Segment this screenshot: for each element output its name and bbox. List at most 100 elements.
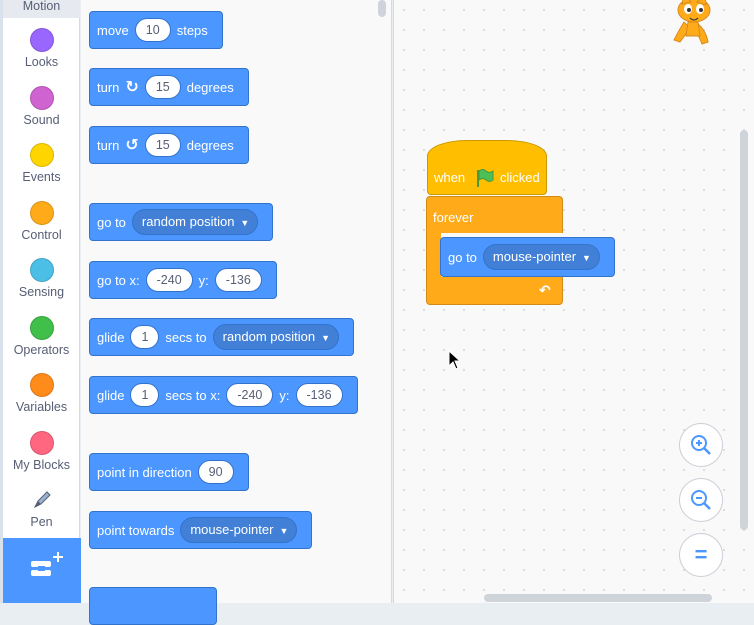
rotate-left-icon: ↺ — [125, 137, 139, 154]
dropdown-value: random position — [222, 329, 316, 344]
dropdown-value: mouse-pointer — [190, 522, 274, 537]
target-dropdown[interactable]: mouse-pointer ▼ — [180, 517, 298, 543]
y-input[interactable]: -136 — [295, 383, 343, 407]
target-dropdown[interactable]: random position ▼ — [131, 209, 259, 235]
zoom-reset-button[interactable]: = — [679, 533, 723, 577]
green-flag-icon — [474, 168, 496, 191]
block-text: glide — [97, 387, 125, 403]
block-text: point towards — [97, 522, 175, 538]
zoom-in-icon — [691, 435, 711, 455]
category-operators[interactable]: Operators — [3, 316, 80, 357]
x-input[interactable]: -240 — [145, 268, 193, 292]
looks-dot-icon — [29, 28, 54, 52]
sprite-cat-icon — [664, 0, 722, 48]
block-text: move — [97, 22, 129, 38]
steps-input[interactable]: 10 — [134, 18, 171, 42]
point-towards-block[interactable]: point towards mouse-pointer ▼ — [89, 511, 313, 549]
x-input[interactable]: -240 — [226, 383, 274, 407]
category-sidebar: Motion Looks Sound Events Control Sensin… — [0, 0, 80, 603]
caret-down-icon: ▼ — [321, 333, 331, 343]
secs-input[interactable]: 1 — [130, 383, 160, 407]
block-text: degrees — [186, 137, 234, 153]
mouse-cursor-icon — [448, 349, 462, 375]
sensing-dot-icon — [29, 258, 54, 282]
glide-to-xy-block[interactable]: glide 1 secs to x: -240 y: -136 — [89, 376, 358, 414]
target-dropdown[interactable]: mouse-pointer ▼ — [482, 244, 600, 270]
block-text: go to — [97, 214, 126, 230]
secs-input[interactable]: 1 — [130, 325, 160, 349]
zoom-out-button[interactable] — [679, 478, 723, 522]
glide-to-block[interactable]: glide 1 secs to random position ▼ — [89, 318, 355, 356]
category-events[interactable]: Events — [3, 143, 80, 184]
pen-icon — [3, 488, 80, 512]
zoom-in-button[interactable] — [679, 423, 723, 467]
block-text: y: — [198, 272, 209, 288]
block-text: y: — [279, 387, 290, 403]
caret-down-icon: ▼ — [582, 253, 591, 263]
go-to-block[interactable]: go to random position ▼ — [89, 203, 274, 241]
go-to-script-block[interactable]: go to mouse-pointer ▼ — [440, 237, 615, 277]
when-flag-clicked-block[interactable]: when clicked — [427, 140, 547, 195]
degrees-input[interactable]: 15 — [144, 133, 181, 157]
direction-input[interactable]: 90 — [197, 460, 234, 484]
caret-down-icon: ▼ — [279, 526, 289, 536]
target-dropdown[interactable]: random position ▼ — [212, 324, 340, 350]
block-text: clicked — [500, 170, 540, 185]
block-text: turn — [97, 137, 120, 153]
block-text: point in direction — [97, 464, 192, 480]
events-dot-icon — [29, 143, 54, 167]
turn-left-block[interactable]: turn ↺ 15 degrees — [89, 126, 249, 164]
category-label: Pen — [30, 515, 53, 529]
sound-dot-icon — [29, 86, 54, 110]
my-blocks-dot-icon — [29, 431, 54, 455]
caret-down-icon: ▼ — [240, 218, 250, 228]
category-motion[interactable]: Motion — [3, 0, 80, 18]
block-text: secs to — [165, 329, 207, 345]
block-text: secs to x: — [165, 387, 221, 403]
block-text: when — [434, 170, 466, 185]
block-text: go to — [448, 249, 477, 265]
degrees-input[interactable]: 15 — [144, 75, 181, 99]
block-text: turn — [97, 79, 120, 95]
palette-scrollbar[interactable] — [378, 0, 386, 17]
block-text: glide — [97, 329, 125, 345]
script-vertical-scrollbar[interactable] — [740, 130, 748, 530]
control-dot-icon — [29, 201, 54, 225]
loop-arrow-icon: ↶ — [539, 282, 551, 298]
category-control[interactable]: Control — [3, 201, 80, 242]
dropdown-value: mouse-pointer — [492, 249, 577, 264]
category-label: Sensing — [18, 285, 65, 299]
add-extension-icon — [31, 552, 63, 576]
y-input[interactable]: -136 — [214, 268, 262, 292]
move-steps-block[interactable]: move 10 steps — [89, 11, 223, 49]
category-pen[interactable]: Pen — [3, 488, 80, 529]
point-in-direction-block[interactable]: point in direction 90 — [89, 453, 249, 491]
category-label: Looks — [24, 55, 59, 69]
operators-dot-icon — [29, 316, 54, 340]
category-label: Variables — [15, 400, 68, 414]
zoom-reset-icon: = — [694, 542, 708, 567]
turn-right-block[interactable]: turn ↻ 15 degrees — [89, 68, 249, 106]
add-extension-button[interactable] — [3, 538, 81, 603]
category-label: Control — [21, 228, 62, 242]
block-text: go to x: — [97, 272, 140, 288]
zoom-out-icon — [691, 490, 711, 510]
dropdown-value: random position — [141, 214, 235, 229]
category-sensing[interactable]: Sensing — [3, 258, 80, 299]
rotate-right-icon: ↻ — [125, 79, 139, 96]
category-label: Sound — [23, 113, 60, 127]
category-variables[interactable]: Variables — [3, 373, 80, 414]
variables-dot-icon — [29, 373, 54, 397]
category-my-blocks[interactable]: My Blocks — [3, 431, 80, 472]
partial-block[interactable] — [89, 587, 217, 625]
category-label: Operators — [13, 343, 70, 357]
go-to-xy-block[interactable]: go to x: -240 y: -136 — [89, 261, 277, 299]
category-label: Motion — [22, 0, 61, 13]
forever-label: forever — [433, 210, 474, 225]
category-sound[interactable]: Sound — [3, 86, 80, 127]
script-horizontal-scrollbar[interactable] — [484, 594, 712, 602]
category-looks[interactable]: Looks — [3, 28, 80, 69]
category-label: My Blocks — [13, 458, 70, 472]
block-text: steps — [176, 22, 208, 38]
category-label: Events — [22, 170, 61, 184]
